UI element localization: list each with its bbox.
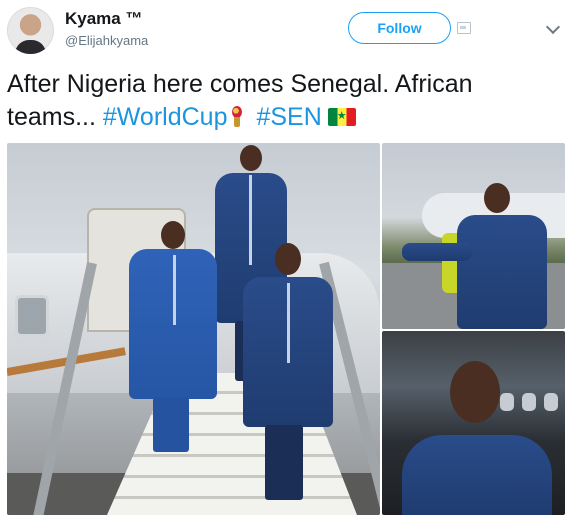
user-handle[interactable]: @Elijahkyama (65, 33, 148, 48)
chevron-down-icon[interactable] (545, 19, 561, 35)
outstretched-arm (402, 243, 472, 261)
head (161, 221, 185, 249)
senegal-flag-icon (327, 108, 356, 126)
plane-window (15, 295, 49, 337)
robe (402, 435, 552, 515)
photo-top-right[interactable] (382, 143, 565, 329)
display-name[interactable]: Kyama ™ (65, 9, 142, 29)
tweet-line-2: teams... #WorldCup #SEN (7, 101, 557, 134)
legs (153, 397, 189, 452)
tweet-text: After Nigeria here comes Senegal. Africa… (7, 68, 557, 134)
tweet-header: Kyama ™ @Elijahkyama Follow (0, 0, 568, 60)
legs (265, 425, 303, 500)
tip-jar-icon[interactable] (457, 22, 471, 34)
person-front (237, 243, 337, 508)
avatar-shirt (15, 40, 46, 54)
hashtag-worldcup[interactable]: #WorldCup (103, 103, 228, 131)
avatar[interactable] (7, 7, 54, 54)
follow-button[interactable]: Follow (348, 12, 451, 44)
head (240, 145, 262, 171)
tweet-line-1: After Nigeria here comes Senegal. Africa… (7, 70, 473, 98)
person-left (125, 221, 220, 461)
head (484, 183, 510, 213)
photo-bottom-right[interactable] (382, 331, 565, 515)
robe-trim (173, 255, 176, 325)
tweet-line-2-text: teams... (7, 103, 96, 131)
person-glasses (402, 361, 552, 515)
photo-main[interactable] (7, 143, 380, 515)
robe (457, 215, 547, 329)
head (275, 243, 301, 275)
head (450, 361, 500, 423)
robe-trim (287, 283, 290, 363)
world-cup-trophy-icon (231, 106, 243, 128)
person-coach-greeting (402, 183, 562, 329)
hashtag-sen[interactable]: #SEN (256, 103, 321, 131)
